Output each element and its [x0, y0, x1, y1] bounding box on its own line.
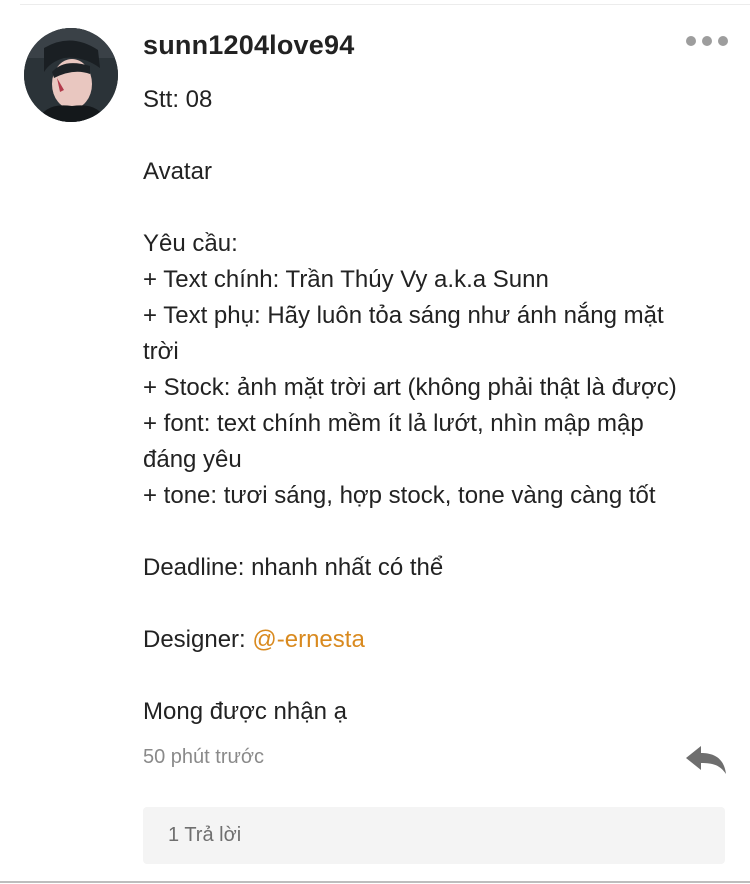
content-line: + Text chính: Trần Thúy Vy a.k.a Sunn — [143, 266, 549, 293]
content-line: + Text phụ: Hãy luôn tỏa sáng như ánh nắ… — [143, 302, 664, 329]
closing-line: Mong được nhận ạ — [143, 698, 347, 725]
top-divider — [20, 4, 750, 5]
content-line — [143, 586, 733, 622]
content-line: + font: text chính mềm ít lả lướt, nhìn … — [143, 410, 644, 437]
username[interactable]: sunn1204love94 — [143, 30, 354, 61]
content-line — [143, 118, 733, 154]
content-line: + tone: tươi sáng, hợp stock, tone vàng … — [143, 482, 656, 509]
more-dot — [718, 36, 728, 46]
more-options-icon[interactable] — [686, 34, 728, 48]
replies-count-label: 1 Trả lời — [168, 824, 242, 846]
avatar[interactable] — [24, 28, 118, 122]
avatar-image — [24, 28, 118, 122]
bottom-divider — [0, 881, 750, 883]
designer-label: Designer: — [143, 626, 253, 653]
content-line: Avatar — [143, 158, 212, 185]
timestamp: 50 phút trước — [143, 746, 265, 768]
content-line: Deadline: nhanh nhất có thể — [143, 554, 444, 581]
content-line — [143, 190, 733, 226]
content-line — [143, 514, 733, 550]
content-line: Stt: 08 — [143, 86, 213, 113]
content-line — [143, 658, 733, 694]
reply-arrow-icon[interactable] — [684, 743, 728, 777]
more-dot — [702, 36, 712, 46]
content-line: đáng yêu — [143, 446, 242, 473]
designer-mention-link[interactable]: @-ernesta — [252, 626, 364, 653]
content-line: + Stock: ảnh mặt trời art (không phải th… — [143, 374, 677, 401]
post-content: Stt: 08 Avatar Yêu cầu: + Text chính: Tr… — [143, 82, 733, 730]
content-line: trời — [143, 338, 179, 365]
more-dot — [686, 36, 696, 46]
replies-button[interactable]: 1 Trả lời — [143, 807, 725, 864]
designer-line: Designer: @-ernesta — [143, 622, 733, 658]
content-line: Yêu cầu: — [143, 230, 238, 257]
